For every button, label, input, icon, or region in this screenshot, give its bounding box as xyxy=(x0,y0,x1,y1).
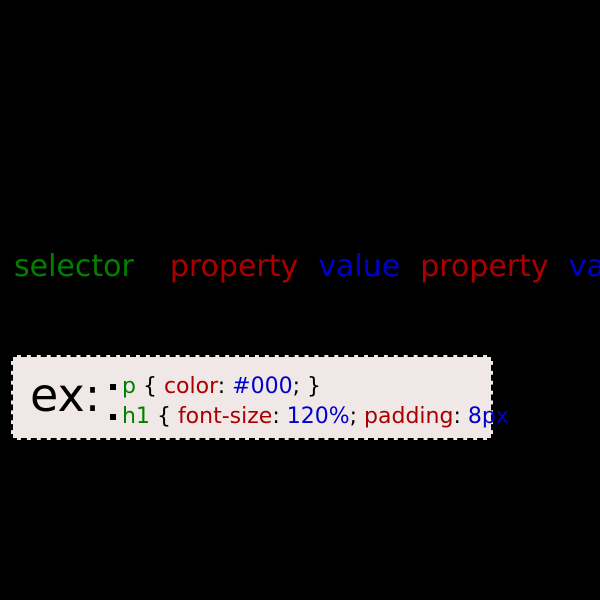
code-token-punctuation: ; xyxy=(349,404,365,429)
code-token-property: padding xyxy=(364,404,454,429)
code-token-punctuation: : xyxy=(272,404,287,429)
code-token-selector: h1 xyxy=(122,404,150,429)
legend-term-value-5: value xyxy=(568,249,600,284)
example-box: ex: p { color: #000; } h1 { font-size: 12… xyxy=(11,355,509,440)
code-rule-line: h1 { font-size: 120%; padding: 8px xyxy=(110,402,509,432)
code-token-punctuation: : xyxy=(453,404,468,429)
code-token-property: font-size xyxy=(177,404,273,429)
example-label: ex: xyxy=(30,368,101,422)
legend-term-selector-1: selector xyxy=(14,249,134,284)
legend-term-value-3: value xyxy=(318,249,401,284)
code-token-property: color xyxy=(163,374,218,399)
legend-term-property-4: property xyxy=(420,249,549,284)
code-rule-list: p { color: #000; } h1 { font-size: 120%; … xyxy=(110,372,509,432)
code-token-value: 8px xyxy=(467,404,509,429)
code-token-punctuation: { xyxy=(149,404,178,429)
code-token-punctuation: ; } xyxy=(292,374,321,399)
code-token-value: 120% xyxy=(286,404,350,429)
legend-row: selector property value property value xyxy=(14,244,600,290)
code-token-punctuation: : xyxy=(217,374,233,399)
code-rule-line: p { color: #000; } xyxy=(110,372,509,402)
css-syntax-slide: selector property value property value ex: p… xyxy=(0,0,600,600)
code-token-selector: p xyxy=(122,374,136,399)
code-token-value: #000 xyxy=(232,374,293,399)
legend-term-property-2: property xyxy=(169,249,299,284)
example-box-inner: ex: p { color: #000; } h1 { font-size: 12… xyxy=(13,357,509,438)
code-token-punctuation: { xyxy=(135,374,164,399)
